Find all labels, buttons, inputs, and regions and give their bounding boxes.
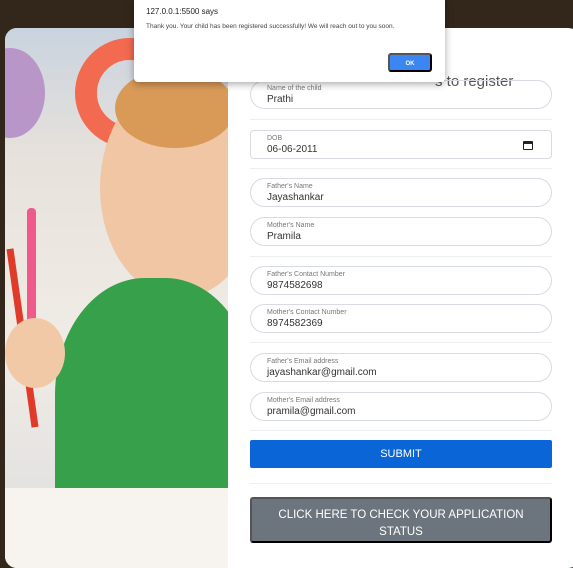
alert-message: Thank you. Your child has been registere… bbox=[146, 23, 395, 30]
divider bbox=[250, 256, 552, 257]
father-name-field[interactable]: Father's Name Jayashankar bbox=[250, 178, 552, 207]
field-value: 06-06-2011 bbox=[267, 144, 318, 155]
field-label: Mother's Contact Number bbox=[267, 309, 347, 316]
field-label: Father's Name bbox=[267, 183, 313, 190]
child-photo bbox=[5, 28, 228, 568]
field-label: Mother's Name bbox=[267, 222, 315, 229]
mother-contact-field[interactable]: Mother's Contact Number 8974582369 bbox=[250, 304, 552, 333]
field-value: pramila@gmail.com bbox=[267, 406, 356, 417]
divider bbox=[250, 483, 552, 484]
field-value: Jayashankar bbox=[267, 192, 324, 203]
divider bbox=[250, 119, 552, 120]
ok-button[interactable]: OK bbox=[388, 53, 432, 72]
field-label: DOB bbox=[267, 135, 283, 142]
father-contact-field[interactable]: Father's Contact Number 9874582698 bbox=[250, 266, 552, 295]
calendar-icon[interactable] bbox=[523, 141, 533, 150]
field-label: Father's Contact Number bbox=[267, 271, 345, 278]
field-value: 8974582369 bbox=[267, 318, 323, 329]
divider bbox=[250, 168, 552, 169]
mother-name-field[interactable]: Mother's Name Pramila bbox=[250, 217, 552, 246]
field-value: jayashankar@gmail.com bbox=[267, 367, 377, 378]
field-value: 9874582698 bbox=[267, 280, 323, 291]
field-value: Prathi bbox=[267, 94, 294, 105]
divider bbox=[250, 430, 552, 431]
divider bbox=[250, 342, 552, 343]
child-name-field[interactable]: Name of the child Prathi bbox=[250, 80, 552, 109]
father-email-field[interactable]: Father's Email address jayashankar@gmail.… bbox=[250, 353, 552, 382]
registration-card: s to register bbox=[5, 28, 573, 568]
mother-email-field[interactable]: Mother's Email address pramila@gmail.com bbox=[250, 392, 552, 421]
field-label: Mother's Email address bbox=[267, 397, 340, 404]
field-label: Father's Email address bbox=[267, 358, 339, 365]
alert-dialog: 127.0.0.1:5500 says Thank you. Your chil… bbox=[134, 0, 445, 82]
field-value: Pramila bbox=[267, 231, 301, 242]
alert-title: 127.0.0.1:5500 says bbox=[146, 7, 219, 16]
field-label: Name of the child bbox=[267, 85, 322, 92]
check-status-button[interactable]: CLICK HERE TO CHECK YOUR APPLICATION STA… bbox=[250, 497, 552, 543]
dob-field[interactable]: DOB 06-06-2011 bbox=[250, 130, 552, 159]
submit-button[interactable]: SUBMIT bbox=[250, 440, 552, 468]
